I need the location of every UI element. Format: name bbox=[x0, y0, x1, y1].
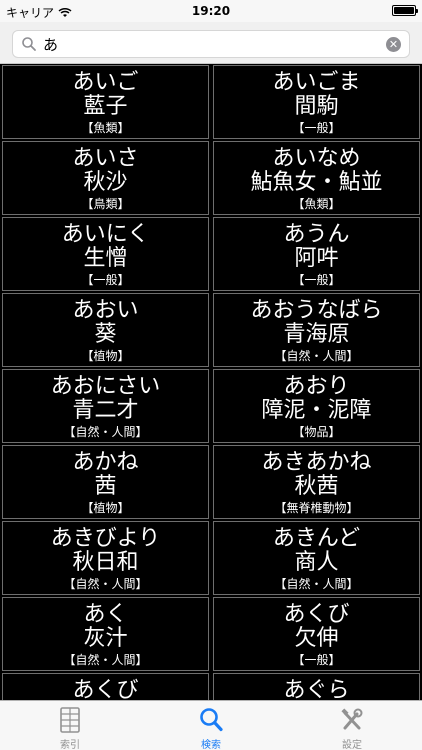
search-bar: ✕ bbox=[0, 22, 422, 64]
entry-category: 【無脊椎動物】 bbox=[274, 501, 359, 515]
entry-kanji: 秋日和 bbox=[72, 550, 139, 575]
entry-category: 【魚類】 bbox=[81, 121, 130, 135]
entry-cell[interactable]: あいさ 秋沙 【鳥類】 bbox=[0, 139, 211, 217]
entry-cell[interactable]: あきあかね 秋茜【無脊椎動物】 bbox=[211, 443, 422, 521]
entry-reading: あおにさい bbox=[50, 374, 161, 399]
entry-cell[interactable]: あおい葵【植物】 bbox=[0, 291, 211, 369]
entry-cell[interactable]: あくび bbox=[0, 671, 211, 700]
tab-label-search: 検索 bbox=[201, 740, 221, 750]
entry-kanji: 鮎魚女・鮎並 bbox=[250, 170, 383, 195]
status-bar: キャリア 19:20 bbox=[0, 0, 422, 22]
entry-cell[interactable]: あうん 阿吽 【一般】 bbox=[211, 215, 422, 293]
entry-reading: あいなめ bbox=[272, 146, 361, 171]
entry-reading: あくび bbox=[283, 602, 350, 627]
entry-reading: あきびより bbox=[50, 526, 161, 551]
status-right bbox=[392, 5, 418, 19]
entry-cell[interactable]: あきびより 秋日和【自然・人間】 bbox=[0, 519, 211, 597]
entry-cell[interactable]: あいにく 生憎【一般】 bbox=[0, 215, 211, 293]
entry-category: 【一般】 bbox=[292, 121, 341, 135]
tab-index[interactable]: 索引 bbox=[0, 701, 140, 750]
entry-kanji: 秋沙 bbox=[83, 170, 128, 195]
entry-reading: あおり bbox=[283, 374, 350, 399]
entry-reading: あきあかね bbox=[261, 450, 372, 475]
tab-label-settings: 設定 bbox=[342, 740, 362, 750]
index-icon bbox=[60, 707, 80, 733]
entry-kanji: 欠伸 bbox=[294, 626, 339, 651]
entry-category: 【鳥類】 bbox=[81, 197, 130, 211]
entry-reading: あきんど bbox=[272, 526, 361, 551]
entry-reading: あくび bbox=[72, 678, 139, 700]
entry-category: 【自然・人間】 bbox=[274, 349, 359, 363]
search-input[interactable] bbox=[43, 33, 373, 55]
entry-cell[interactable]: あおり 障泥・泥障【物品】 bbox=[211, 367, 422, 445]
entry-category: 【植物】 bbox=[81, 501, 130, 515]
entry-reading: あかね bbox=[72, 450, 139, 475]
status-time: 19:20 bbox=[191, 4, 231, 18]
entry-kanji: 間駒 bbox=[294, 94, 339, 119]
entry-category: 【魚類】 bbox=[292, 197, 341, 211]
entry-reading: あいさ bbox=[72, 146, 139, 171]
entry-reading: あいご bbox=[72, 70, 139, 95]
entry-category: 【自然・人間】 bbox=[63, 577, 148, 591]
entry-kanji: 青二才 bbox=[72, 398, 139, 423]
entry-category: 【自然・人間】 bbox=[63, 425, 148, 439]
settings-icon bbox=[341, 708, 363, 730]
entry-cell[interactable]: あおうなばら 青海原【自然・人間】 bbox=[211, 291, 422, 369]
entry-kanji: 秋茜 bbox=[294, 474, 339, 499]
entry-reading: あく bbox=[83, 602, 128, 627]
entry-kanji: 藍子 bbox=[83, 94, 128, 119]
entry-cell[interactable]: あぐら bbox=[211, 671, 422, 700]
tab-label-index: 索引 bbox=[60, 740, 80, 750]
entry-kanji: 葵 bbox=[94, 322, 117, 347]
entry-category: 【一般】 bbox=[292, 653, 341, 667]
entry-grid: あいご 藍子 【魚類】 あいごま 間駒 【一般】 あいさ 秋沙 【鳥類】 あいなめ 鮎魚女・鮎並 【魚… bbox=[0, 64, 422, 700]
search-box[interactable]: ✕ bbox=[12, 30, 410, 58]
tab-bar: 索引 検索 設定 bbox=[0, 700, 422, 750]
entry-kanji: 生憎 bbox=[83, 246, 128, 271]
entry-reading: あぐら bbox=[283, 678, 350, 700]
entry-cell[interactable]: あいごま 間駒【一般】 bbox=[211, 64, 422, 141]
entry-cell[interactable]: あきんど 商人【自然・人間】 bbox=[211, 519, 422, 597]
entry-reading: あおうなばら bbox=[250, 298, 383, 323]
entry-category: 【一般】 bbox=[81, 273, 130, 287]
tab-settings[interactable]: 設定 bbox=[282, 701, 422, 750]
entry-category: 【植物】 bbox=[81, 349, 130, 363]
entry-category: 【自然・人間】 bbox=[63, 653, 148, 667]
tab-search[interactable]: 検索 bbox=[141, 701, 281, 750]
entry-reading: あおい bbox=[72, 298, 139, 323]
entry-category: 【一般】 bbox=[292, 273, 341, 287]
entry-kanji: 青海原 bbox=[283, 322, 350, 347]
entry-reading: あいにく bbox=[61, 222, 150, 247]
entry-cell[interactable]: あおにさい 青二才【自然・人間】 bbox=[0, 367, 211, 445]
entry-category: 【自然・人間】 bbox=[274, 577, 359, 591]
entry-cell[interactable]: あくび 欠伸 【一般】 bbox=[211, 595, 422, 673]
entry-category: 【物品】 bbox=[292, 425, 341, 439]
entry-kanji: 茜 bbox=[94, 474, 117, 499]
entry-kanji: 灰汁 bbox=[83, 626, 128, 651]
magnifier-icon bbox=[22, 37, 36, 51]
entry-kanji: 商人 bbox=[294, 550, 339, 575]
entry-kanji: 阿吽 bbox=[294, 246, 339, 271]
clear-icon[interactable]: ✕ bbox=[386, 37, 401, 52]
entry-cell[interactable]: あいご 藍子 【魚類】 bbox=[0, 64, 211, 141]
entry-cell[interactable]: あかね茜【植物】 bbox=[0, 443, 211, 521]
search-icon bbox=[200, 708, 223, 732]
entry-reading: あいごま bbox=[272, 70, 361, 95]
entry-cell[interactable]: あく 灰汁【自然・人間】 bbox=[0, 595, 211, 673]
battery-icon bbox=[392, 5, 418, 16]
entry-reading: あうん bbox=[283, 222, 350, 247]
entry-kanji: 障泥・泥障 bbox=[261, 398, 372, 423]
entry-cell[interactable]: あいなめ 鮎魚女・鮎並【魚類】 bbox=[211, 139, 422, 217]
